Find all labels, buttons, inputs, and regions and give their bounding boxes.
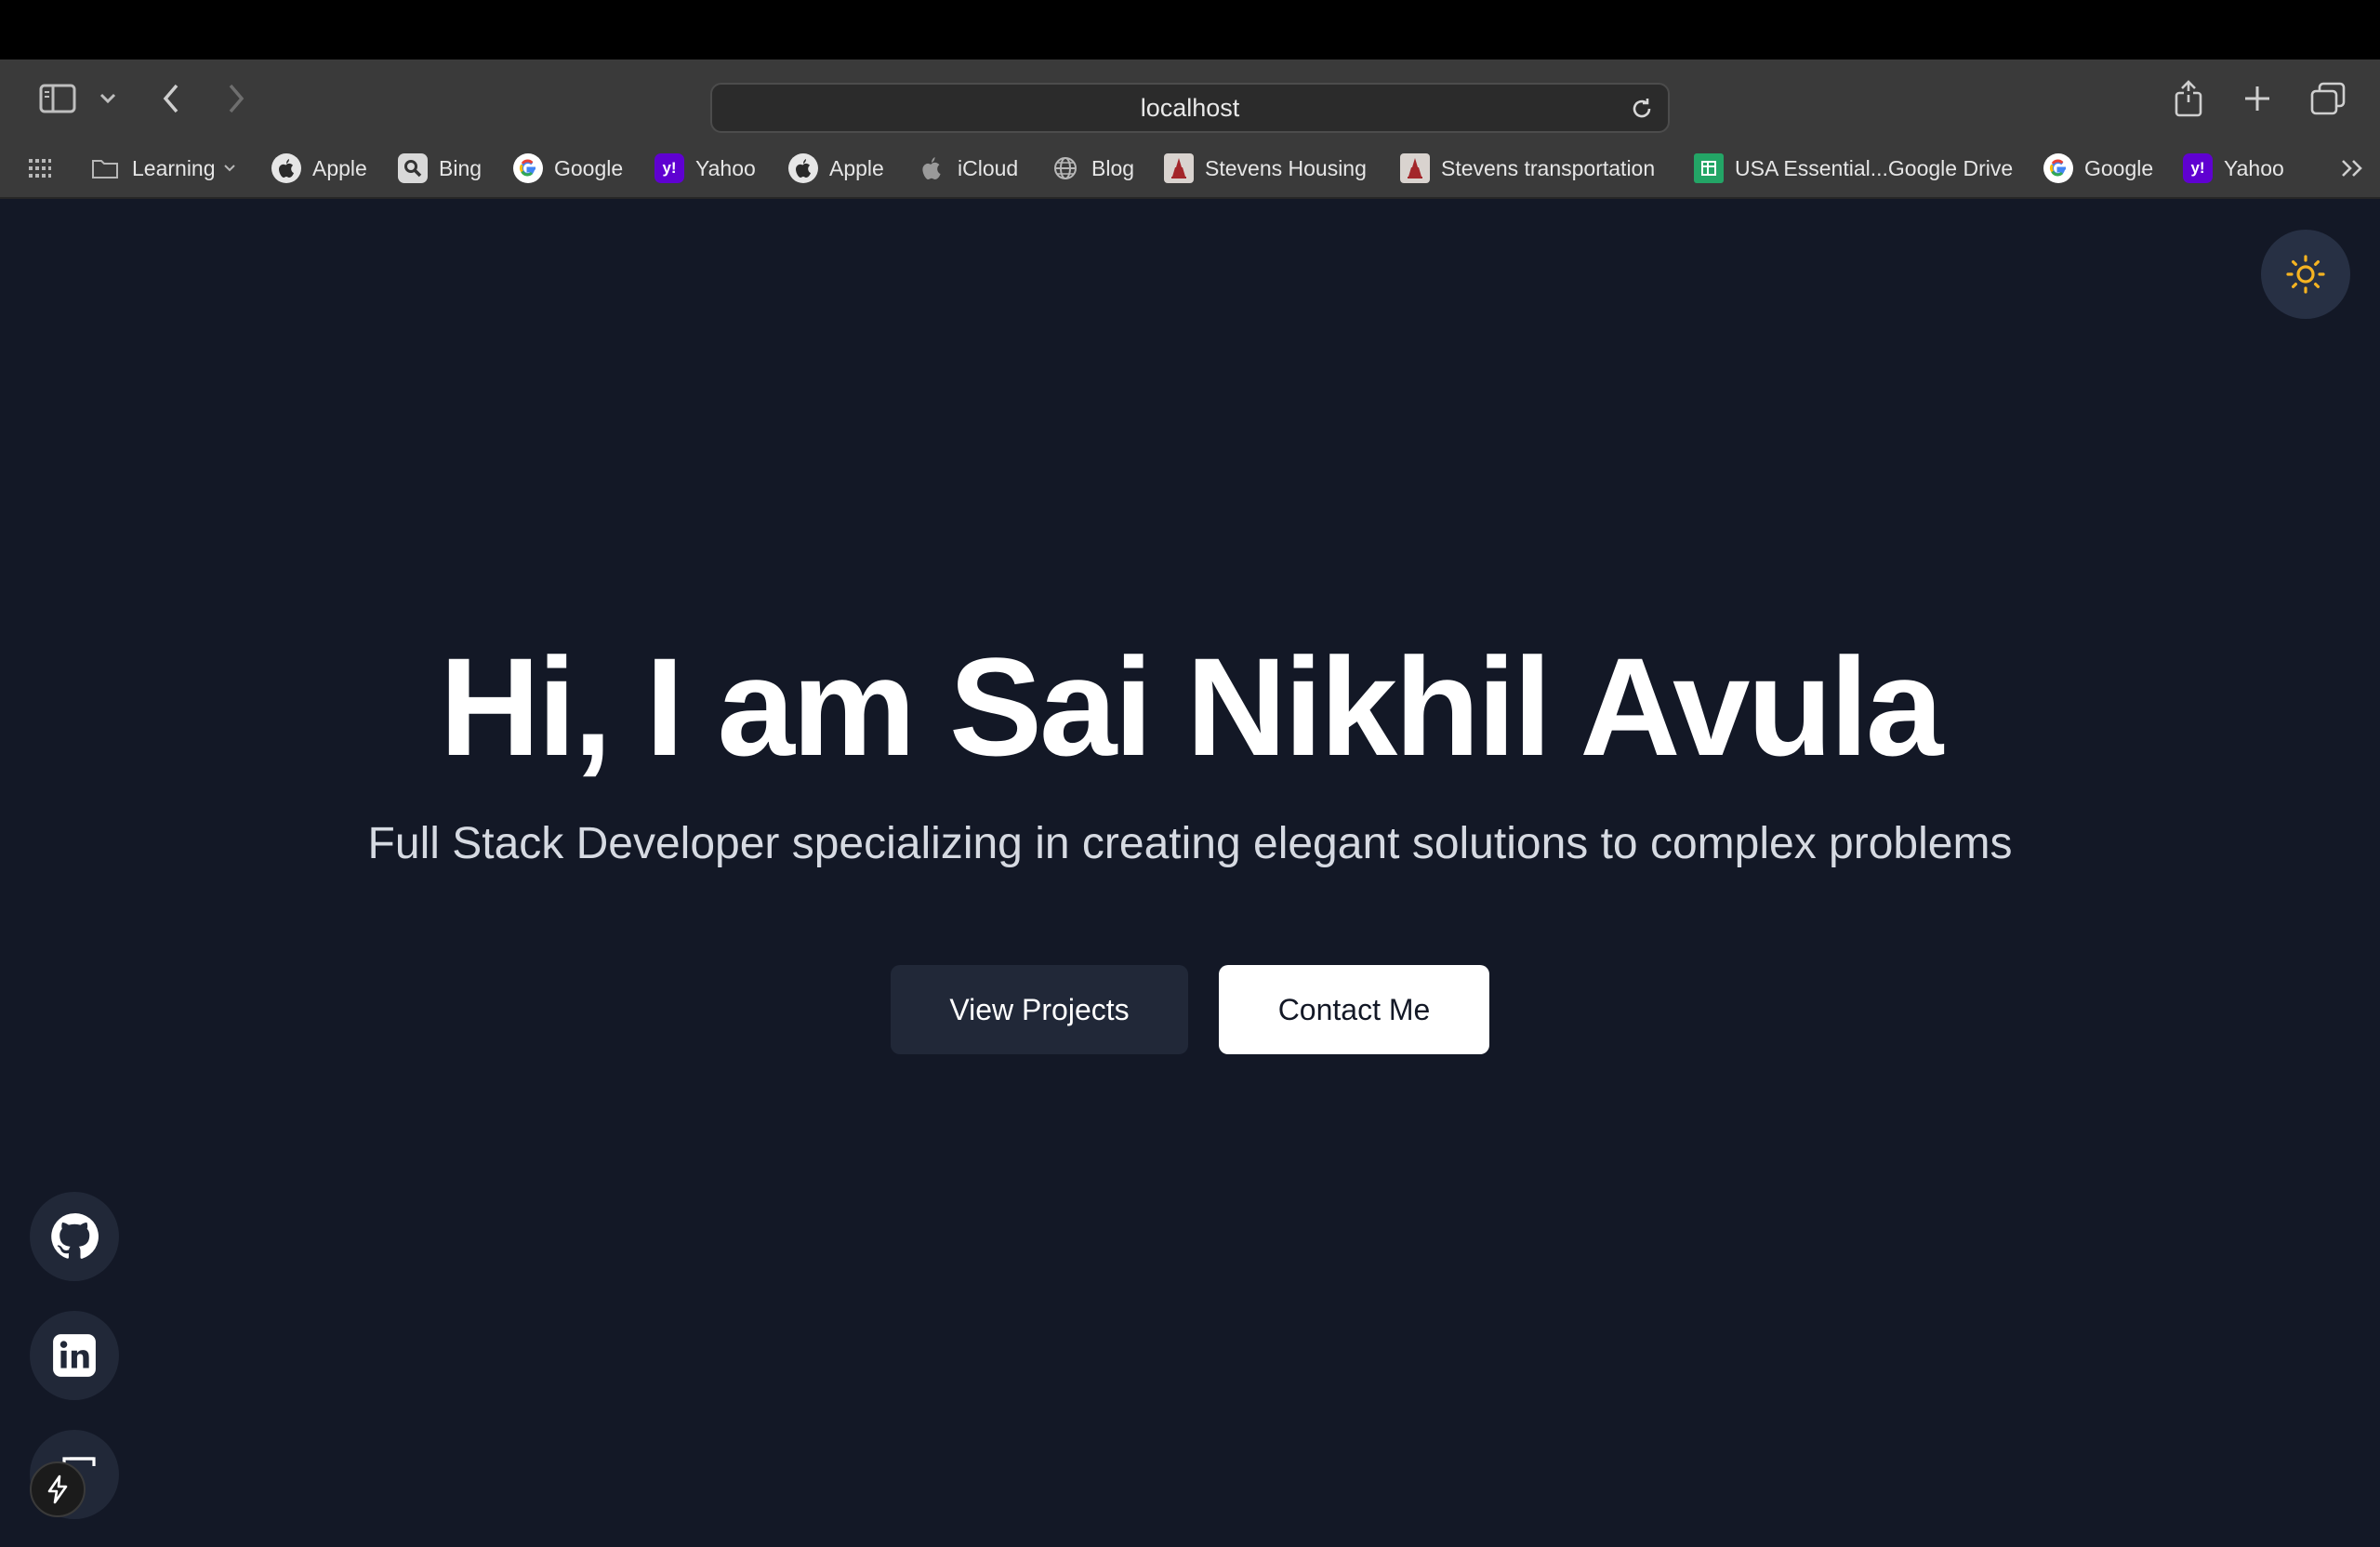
contact-me-button[interactable]: Contact Me	[1219, 965, 1489, 1054]
bookmark-icloud[interactable]: iCloud	[917, 149, 1018, 188]
forward-icon[interactable]	[219, 60, 253, 138]
linkedin-link[interactable]	[30, 1311, 119, 1400]
bookmarks-bar: Learning Apple Bing Google y! Yahoo Appl…	[0, 138, 2380, 199]
bookmark-stevens-housing[interactable]: Stevens Housing	[1164, 149, 1367, 188]
bookmark-google-2[interactable]: Google	[2043, 149, 2153, 188]
sheets-icon	[1694, 153, 1724, 183]
apple-icon	[788, 153, 818, 183]
bookmark-yahoo-2[interactable]: y! Yahoo	[2183, 149, 2284, 188]
bing-icon	[398, 153, 428, 183]
chevron-down-icon	[223, 164, 236, 173]
more-bookmarks-icon[interactable]	[2339, 149, 2367, 188]
github-link[interactable]	[30, 1192, 119, 1281]
browser-toolbar: localhost	[0, 60, 2380, 138]
address-text: localhost	[1140, 93, 1240, 122]
github-icon	[50, 1212, 99, 1261]
bookmark-usa-essential[interactable]: USA Essential...Google Drive	[1694, 149, 2013, 188]
new-tab-icon[interactable]	[2239, 60, 2276, 138]
tab-overview-icon[interactable]	[2307, 60, 2348, 138]
hero-subtitle: Full Stack Developer specializing in cre…	[367, 819, 2013, 868]
sidebar-toggle-icon[interactable]	[33, 60, 82, 138]
bookmark-learning-folder[interactable]: Learning	[91, 149, 236, 188]
sun-icon	[2285, 254, 2326, 295]
bookmark-apple[interactable]: Apple	[271, 149, 367, 188]
chevron-down-icon[interactable]	[93, 60, 123, 138]
bookmark-apple-2[interactable]: Apple	[788, 149, 884, 188]
lightning-icon	[46, 1474, 70, 1504]
back-icon[interactable]	[154, 60, 188, 138]
stevens-icon	[1164, 153, 1194, 183]
reload-icon[interactable]	[1629, 96, 1655, 126]
apps-grid-icon[interactable]	[28, 149, 52, 188]
dev-tools-badge[interactable]	[30, 1461, 86, 1517]
portfolio-page: Hi, I am Sai Nikhil Avula Full Stack Dev…	[0, 199, 2380, 1547]
bookmark-yahoo[interactable]: y! Yahoo	[654, 149, 756, 188]
bookmark-bing[interactable]: Bing	[398, 149, 482, 188]
yahoo-icon: y!	[654, 153, 684, 183]
hero-title: Hi, I am Sai Nikhil Avula	[439, 628, 1943, 785]
share-icon[interactable]	[2170, 60, 2207, 138]
theme-toggle-button[interactable]	[2261, 230, 2350, 319]
google-icon	[513, 153, 543, 183]
bookmark-stevens-transportation[interactable]: Stevens transportation	[1400, 149, 1655, 188]
view-projects-button[interactable]: View Projects	[891, 965, 1188, 1054]
folder-icon	[91, 157, 119, 179]
yahoo-icon: y!	[2183, 153, 2213, 183]
icloud-icon	[917, 153, 946, 183]
google-icon	[2043, 153, 2073, 183]
menu-bar-strip	[0, 0, 2380, 60]
stevens-icon	[1400, 153, 1430, 183]
bookmark-google[interactable]: Google	[513, 149, 623, 188]
bookmark-blog[interactable]: Blog	[1051, 149, 1134, 188]
apple-icon	[271, 153, 301, 183]
address-bar[interactable]: localhost	[710, 83, 1670, 133]
linkedin-icon	[51, 1332, 98, 1379]
globe-icon	[1051, 153, 1080, 183]
